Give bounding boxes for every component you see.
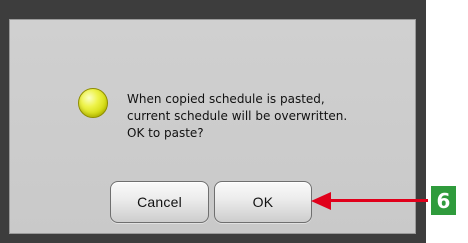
dialog-message: When copied schedule is pasted, current …	[127, 91, 382, 142]
callout-arrow-line	[324, 199, 428, 202]
message-line-1: When copied schedule is pasted,	[127, 92, 325, 106]
dialog-window: When copied schedule is pasted, current …	[0, 0, 426, 243]
message-line-2: current schedule will be overwritten.	[127, 109, 348, 123]
message-line-3: OK to paste?	[127, 126, 204, 140]
callout-number-badge: 6	[431, 186, 456, 215]
cancel-button[interactable]: Cancel	[110, 181, 209, 223]
dialog-bottom-edge	[0, 234, 426, 243]
info-light-icon	[78, 88, 108, 118]
ok-button[interactable]: OK	[214, 181, 312, 223]
callout-arrow-icon	[311, 192, 331, 210]
